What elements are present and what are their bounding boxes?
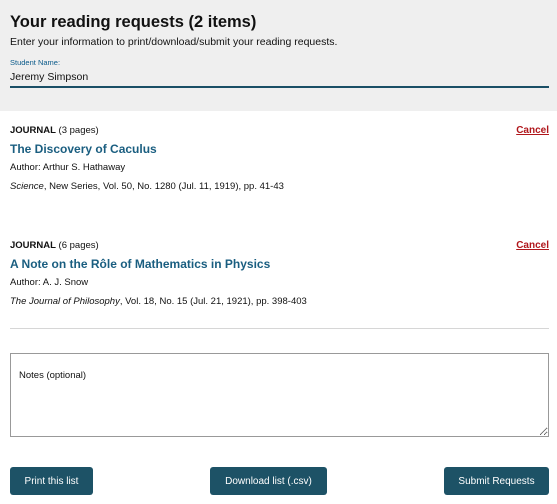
notes-textarea[interactable] xyxy=(10,353,549,437)
request-item: JOURNAL (6 pages) Cancel A Note on the R… xyxy=(10,240,549,308)
item-pages: (6 pages) xyxy=(55,240,99,251)
print-list-button[interactable]: Print this list xyxy=(10,467,93,495)
student-name-input[interactable] xyxy=(10,68,549,88)
cancel-link[interactable]: Cancel xyxy=(516,240,549,252)
student-name-label: Student Name: xyxy=(10,58,61,67)
cancel-link[interactable]: Cancel xyxy=(516,125,549,137)
item-kind-row: JOURNAL (6 pages) Cancel xyxy=(10,240,549,252)
page-title: Your reading requests (2 items) xyxy=(10,13,257,31)
item-kind-wrap: JOURNAL (3 pages) xyxy=(10,125,99,137)
item-kind: JOURNAL xyxy=(10,240,56,251)
download-csv-button[interactable]: Download list (.csv) xyxy=(210,467,327,495)
item-citation: Science, New Series, Vol. 50, No. 1280 (… xyxy=(10,181,549,193)
item-kind-row: JOURNAL (3 pages) Cancel xyxy=(10,125,549,137)
item-citation: The Journal of Philosophy, Vol. 18, No. … xyxy=(10,296,549,308)
request-header: Your reading requests (2 items) Enter yo… xyxy=(0,0,557,111)
item-author: Author: Arthur S. Hathaway xyxy=(10,162,126,173)
item-journal: Science xyxy=(10,181,44,192)
page-subtitle: Enter your information to print/download… xyxy=(10,36,338,48)
item-kind-wrap: JOURNAL (6 pages) xyxy=(10,240,99,252)
item-title-link[interactable]: A Note on the Rôle of Mathematics in Phy… xyxy=(10,256,549,272)
item-title-link[interactable]: The Discovery of Caculus xyxy=(10,141,549,157)
item-citation-rest: , Vol. 18, No. 15 (Jul. 21, 1921), pp. 3… xyxy=(119,296,307,307)
item-pages: (3 pages) xyxy=(55,125,99,136)
item-citation-rest: , New Series, Vol. 50, No. 1280 (Jul. 11… xyxy=(43,181,284,192)
item-kind: JOURNAL xyxy=(10,125,56,136)
request-item: JOURNAL (3 pages) Cancel The Discovery o… xyxy=(10,125,549,193)
submit-requests-button[interactable]: Submit Requests xyxy=(444,467,549,495)
divider xyxy=(10,328,549,329)
item-author: Author: A. J. Snow xyxy=(10,277,89,288)
item-journal: The Journal of Philosophy xyxy=(10,296,120,307)
